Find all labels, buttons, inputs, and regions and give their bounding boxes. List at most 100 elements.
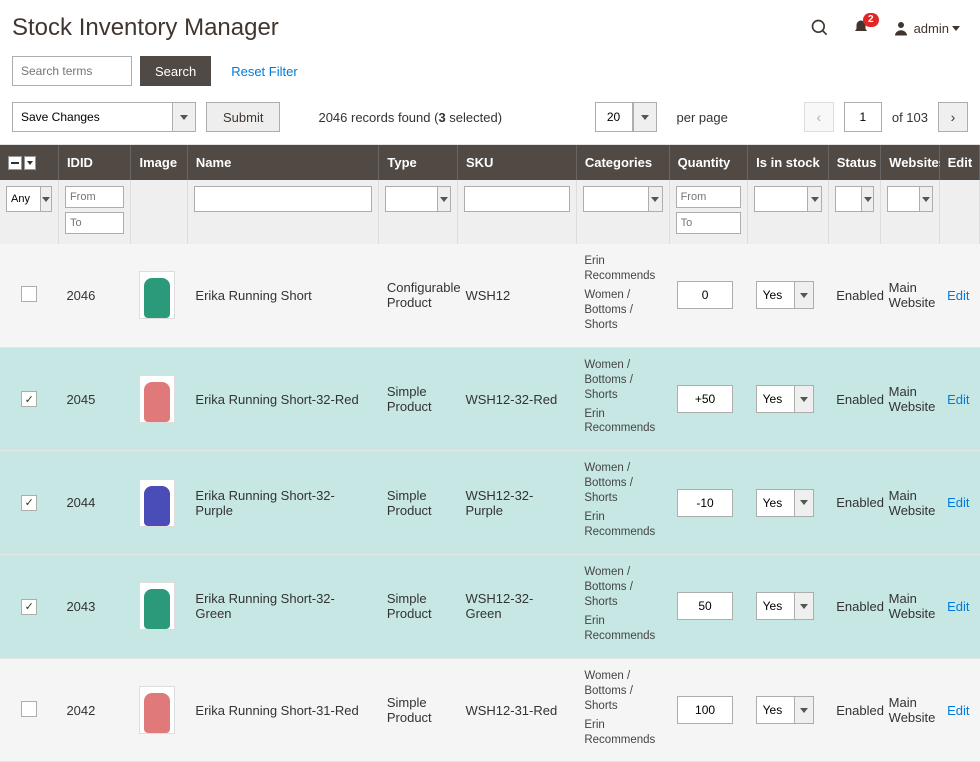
table-row[interactable]: 2046 Erika Running Short Configurable Pr… bbox=[0, 244, 980, 347]
type-filter-select[interactable] bbox=[385, 186, 451, 212]
caret-down-icon bbox=[811, 197, 819, 202]
stock-input[interactable] bbox=[756, 696, 794, 724]
edit-link[interactable]: Edit bbox=[947, 703, 969, 718]
status-filter-input[interactable] bbox=[835, 186, 862, 212]
cell-quantity bbox=[669, 451, 748, 555]
edit-link[interactable]: Edit bbox=[947, 495, 969, 510]
table-row[interactable]: 2042 Erika Running Short-31-Red Simple P… bbox=[0, 658, 980, 762]
edit-link[interactable]: Edit bbox=[947, 288, 969, 303]
notifications-icon[interactable]: 2 bbox=[852, 19, 870, 37]
stock-filter-select[interactable] bbox=[754, 186, 822, 212]
search-icon[interactable] bbox=[810, 18, 830, 38]
massaction-input[interactable] bbox=[6, 186, 40, 212]
quantity-input[interactable] bbox=[677, 489, 733, 517]
col-categories[interactable]: Categories bbox=[576, 145, 669, 180]
user-menu[interactable]: admin bbox=[892, 19, 960, 37]
sku-filter-input[interactable] bbox=[464, 186, 570, 212]
table-row[interactable]: 2044 Erika Running Short-32-Purple Simpl… bbox=[0, 451, 980, 555]
stock-select[interactable] bbox=[756, 696, 821, 724]
caret-down-icon bbox=[800, 604, 808, 609]
quantity-input[interactable] bbox=[677, 592, 733, 620]
select-all-checkbox[interactable] bbox=[8, 156, 22, 170]
col-status[interactable]: Status bbox=[828, 145, 880, 180]
stock-select[interactable] bbox=[756, 385, 821, 413]
stock-select[interactable] bbox=[756, 281, 821, 309]
reset-filter-link[interactable]: Reset Filter bbox=[231, 64, 297, 79]
next-page-button[interactable]: › bbox=[938, 102, 968, 132]
table-row[interactable]: 2043 Erika Running Short-32-Green Simple… bbox=[0, 555, 980, 659]
col-in-stock[interactable]: Is in stock bbox=[748, 145, 829, 180]
status-filter-dropdown[interactable] bbox=[861, 186, 874, 212]
cell-websites: Main Website bbox=[881, 347, 939, 451]
cell-sku: WSH12-31-Red bbox=[457, 658, 576, 762]
stock-dropdown[interactable] bbox=[794, 696, 814, 724]
stock-select[interactable] bbox=[756, 592, 821, 620]
grid: IDID Image Name Type SKU Categories Quan… bbox=[0, 145, 980, 762]
edit-link[interactable]: Edit bbox=[947, 599, 969, 614]
page-input[interactable] bbox=[844, 102, 882, 132]
status-filter-select[interactable] bbox=[835, 186, 874, 212]
col-checkbox[interactable] bbox=[0, 145, 58, 180]
per-page-dropdown[interactable] bbox=[633, 102, 657, 132]
row-checkbox[interactable] bbox=[21, 495, 37, 511]
cell-type: Configurable Product bbox=[379, 244, 458, 347]
massaction-select[interactable] bbox=[6, 186, 52, 212]
col-quantity[interactable]: Quantity bbox=[669, 145, 748, 180]
categories-filter-input[interactable] bbox=[583, 186, 648, 212]
quantity-input[interactable] bbox=[677, 385, 733, 413]
stock-select[interactable] bbox=[756, 489, 821, 517]
type-filter-dropdown[interactable] bbox=[437, 186, 451, 212]
col-websites[interactable]: Websites bbox=[881, 145, 939, 180]
stock-dropdown[interactable] bbox=[794, 592, 814, 620]
websites-filter-select[interactable] bbox=[887, 186, 932, 212]
name-filter-input[interactable] bbox=[194, 186, 372, 212]
row-checkbox[interactable] bbox=[21, 391, 37, 407]
search-button[interactable]: Search bbox=[140, 56, 211, 86]
col-sku[interactable]: SKU bbox=[457, 145, 576, 180]
quantity-input[interactable] bbox=[677, 281, 733, 309]
save-changes-dropdown[interactable] bbox=[172, 102, 196, 132]
submit-button[interactable]: Submit bbox=[206, 102, 280, 132]
stock-filter-input[interactable] bbox=[754, 186, 807, 212]
select-all-dropdown[interactable] bbox=[24, 156, 36, 170]
type-filter-input[interactable] bbox=[385, 186, 436, 212]
col-name[interactable]: Name bbox=[187, 145, 378, 180]
cell-name: Erika Running Short-32-Green bbox=[187, 555, 378, 659]
save-changes-input[interactable] bbox=[12, 102, 172, 132]
massaction-dropdown[interactable] bbox=[40, 186, 52, 212]
qty-from-input[interactable] bbox=[676, 186, 742, 208]
per-page-select[interactable] bbox=[595, 102, 657, 132]
save-changes-select[interactable] bbox=[12, 102, 196, 132]
websites-filter-input[interactable] bbox=[887, 186, 919, 212]
row-checkbox[interactable] bbox=[21, 286, 37, 302]
cell-type: Simple Product bbox=[379, 451, 458, 555]
stock-input[interactable] bbox=[756, 592, 794, 620]
col-id[interactable]: IDID bbox=[58, 145, 131, 180]
id-from-input[interactable] bbox=[65, 186, 125, 208]
stock-dropdown[interactable] bbox=[794, 385, 814, 413]
categories-filter-select[interactable] bbox=[583, 186, 663, 212]
stock-input[interactable] bbox=[756, 281, 794, 309]
stock-input[interactable] bbox=[756, 489, 794, 517]
row-checkbox[interactable] bbox=[21, 701, 37, 717]
websites-filter-dropdown[interactable] bbox=[919, 186, 932, 212]
table-row[interactable]: 2045 Erika Running Short-32-Red Simple P… bbox=[0, 347, 980, 451]
qty-to-input[interactable] bbox=[676, 212, 742, 234]
prev-page-button[interactable]: ‹ bbox=[804, 102, 834, 132]
filter-id bbox=[58, 180, 131, 244]
stock-filter-dropdown[interactable] bbox=[807, 186, 822, 212]
search-input[interactable] bbox=[12, 56, 132, 86]
product-thumbnail bbox=[139, 375, 175, 423]
row-checkbox[interactable] bbox=[21, 599, 37, 615]
id-to-input[interactable] bbox=[65, 212, 125, 234]
per-page-input[interactable] bbox=[595, 102, 633, 132]
stock-dropdown[interactable] bbox=[794, 281, 814, 309]
stock-input[interactable] bbox=[756, 385, 794, 413]
edit-link[interactable]: Edit bbox=[947, 392, 969, 407]
col-edit: Edit bbox=[939, 145, 979, 180]
product-thumbnail bbox=[139, 271, 175, 319]
col-type[interactable]: Type bbox=[379, 145, 458, 180]
stock-dropdown[interactable] bbox=[794, 489, 814, 517]
quantity-input[interactable] bbox=[677, 696, 733, 724]
categories-filter-dropdown[interactable] bbox=[648, 186, 663, 212]
